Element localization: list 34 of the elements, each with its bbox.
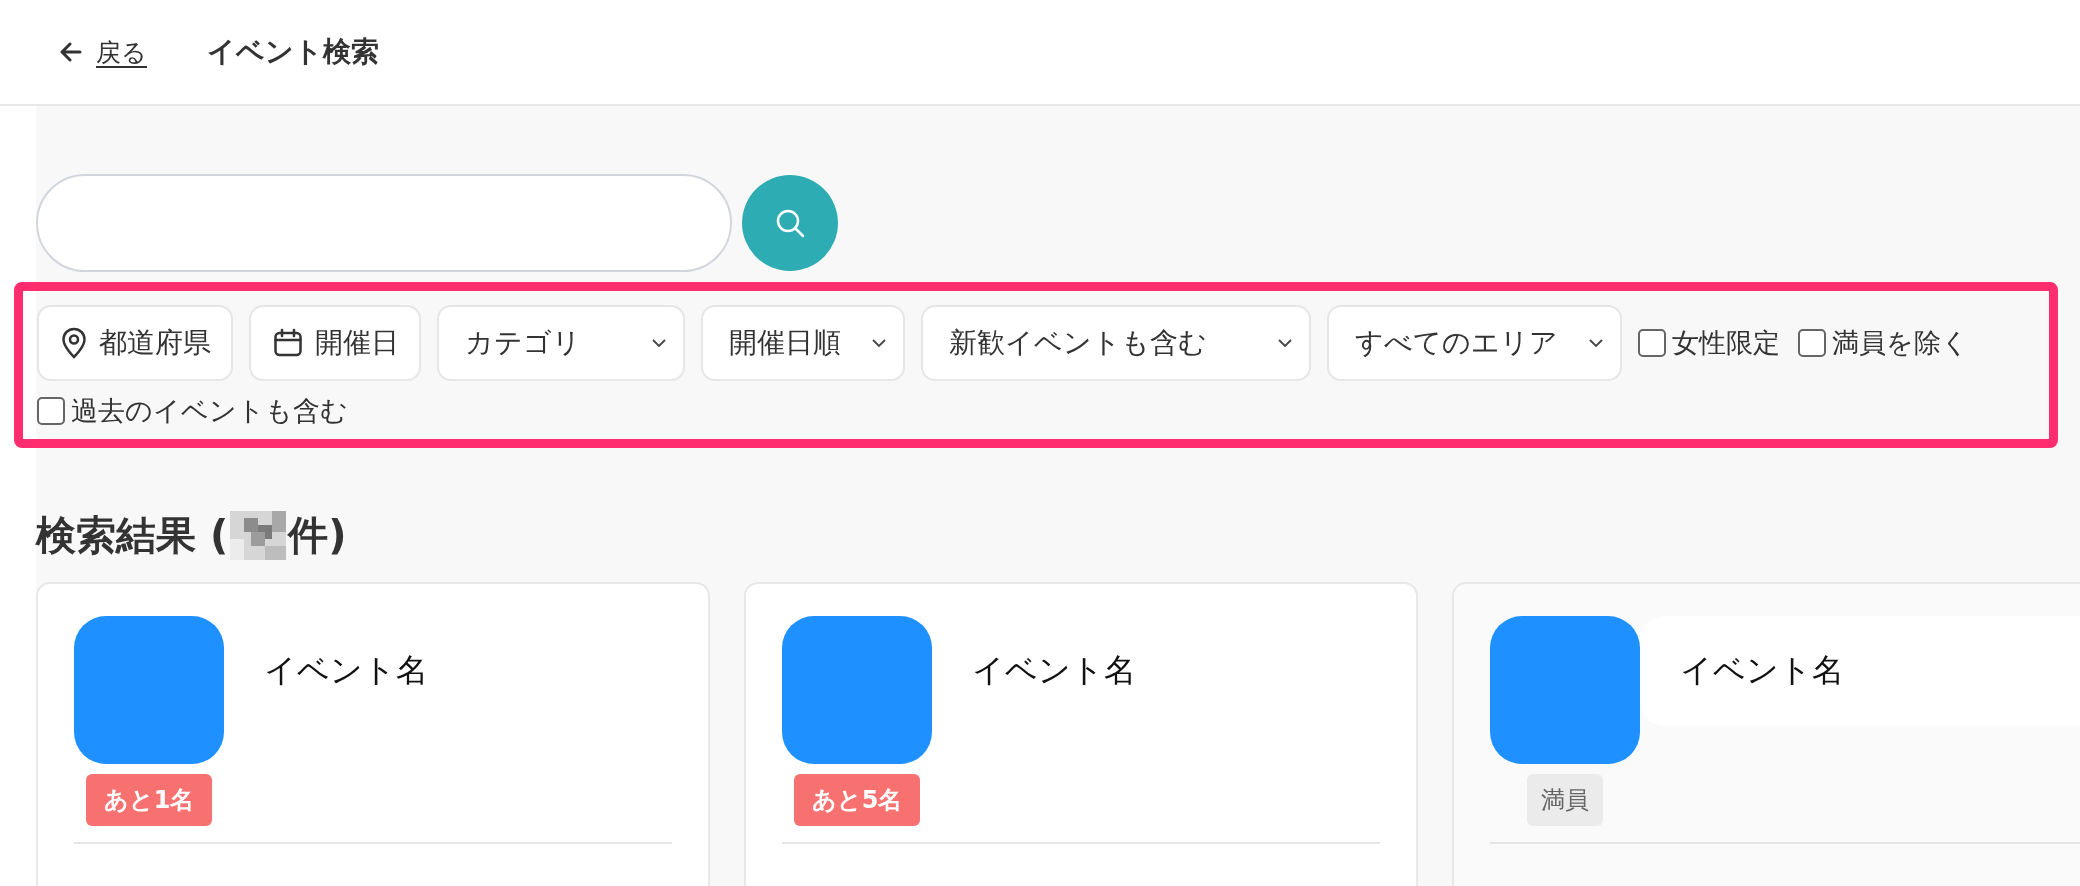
back-link[interactable]: 戻る — [60, 35, 147, 69]
checkbox[interactable] — [37, 397, 65, 425]
event-card[interactable]: あと5名 イベント名 — [744, 582, 1418, 886]
checkbox[interactable] — [1798, 329, 1826, 357]
location-pin-icon — [61, 327, 87, 359]
availability-badge: あと5名 — [793, 774, 921, 826]
availability-badge: 満員 — [1527, 774, 1603, 826]
search-field[interactable] — [36, 174, 732, 272]
calendar-icon — [273, 328, 303, 358]
event-card[interactable]: あと1名 イベント名 — [36, 582, 710, 886]
checkbox[interactable] — [1638, 329, 1666, 357]
event-title: イベント名 — [1680, 650, 1844, 691]
filter-button[interactable]: 開催日 — [249, 305, 421, 381]
caret-icon — [871, 338, 887, 348]
page-title: イベント検索 — [207, 34, 379, 70]
checkbox-option[interactable]: 過去のイベントも含む — [37, 393, 348, 429]
dropdown-select[interactable]: 開催日順 — [701, 305, 905, 381]
checkbox-option[interactable]: 女性限定 — [1638, 325, 1780, 361]
event-title: イベント名 — [972, 650, 1136, 691]
checkbox-option[interactable]: 満員を除く — [1798, 325, 1969, 361]
caret-icon — [1277, 338, 1293, 348]
event-card[interactable]: 満員 イベント名 — [1452, 582, 2080, 886]
filter-button[interactable]: 都道府県 — [37, 305, 233, 381]
dropdown-select[interactable]: すべてのエリア — [1327, 305, 1622, 381]
results-count-suffix: 件) — [288, 510, 347, 560]
back-arrow-icon — [60, 42, 82, 62]
caret-icon — [1588, 338, 1604, 348]
dropdown-select[interactable]: カテゴリ — [437, 305, 685, 381]
dropdown-select[interactable]: 新歓イベントも含む — [921, 305, 1311, 381]
pixelated-count-icon — [230, 510, 287, 560]
caret-icon — [651, 338, 667, 348]
availability-badge: あと1名 — [85, 774, 213, 826]
event-title: イベント名 — [264, 650, 428, 691]
results-heading: 検索結果 ( — [36, 510, 229, 560]
